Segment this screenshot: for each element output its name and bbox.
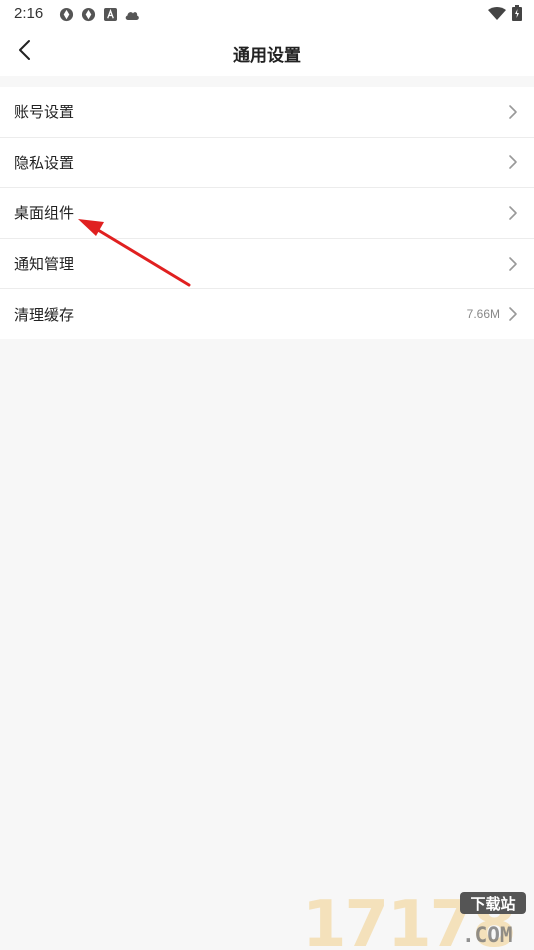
aperture-icon [58, 6, 74, 22]
cloud-icon [124, 6, 140, 22]
chevron-right-icon [509, 104, 517, 119]
settings-item-label: 通知管理 [14, 255, 75, 274]
watermark-badge: 下载站 [470, 895, 515, 913]
settings-item-notifications[interactable]: 通知管理 [0, 239, 534, 290]
chevron-right-icon [509, 155, 517, 170]
watermark-logo: 17178 下载站 .COM [302, 888, 526, 950]
settings-item-clear-cache[interactable]: 清理缓存 7.66M [0, 289, 534, 339]
a-box-icon [102, 6, 118, 22]
settings-item-label: 隐私设置 [14, 153, 75, 172]
status-bar: 2:16 [0, 0, 534, 28]
settings-item-account[interactable]: 账号设置 [0, 87, 534, 138]
settings-item-label: 账号设置 [14, 103, 75, 122]
settings-item-desktop-widgets[interactable]: 桌面组件 [0, 188, 534, 239]
status-system-icons [488, 5, 522, 25]
chevron-right-icon [509, 307, 517, 321]
app-header: 通用设置 [0, 28, 534, 76]
settings-item-label: 桌面组件 [14, 204, 75, 223]
wifi-icon [488, 6, 506, 25]
status-notification-icons [58, 6, 140, 22]
watermark-domain: .COM [462, 923, 513, 947]
battery-icon [512, 5, 522, 25]
settings-item-label: 清理缓存 [14, 305, 75, 324]
settings-item-privacy[interactable]: 隐私设置 [0, 138, 534, 189]
settings-list: 账号设置 隐私设置 桌面组件 通知管理 清理缓存 7.66M [0, 87, 534, 339]
aperture-icon [80, 6, 96, 22]
status-time: 2:16 [14, 5, 44, 22]
page-title: 通用设置 [233, 46, 301, 66]
chevron-right-icon [509, 206, 517, 220]
cache-size-value: 7.66M [466, 307, 500, 322]
chevron-right-icon [509, 256, 517, 271]
